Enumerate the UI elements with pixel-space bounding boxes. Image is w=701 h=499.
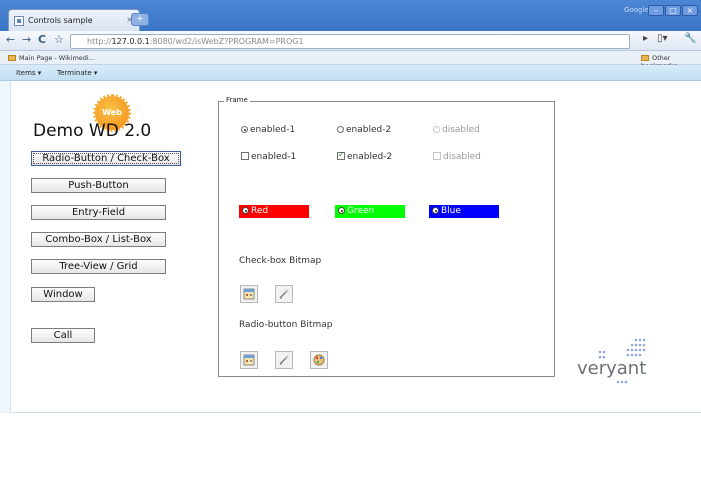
bitmap-radio-2[interactable]	[275, 351, 293, 369]
radio-enabled-1-label: enabled-1	[250, 125, 296, 135]
entry-field-button[interactable]: Entry-Field	[31, 205, 166, 220]
checkbox-enabled-1[interactable]: enabled-1	[241, 152, 296, 162]
radio-blue-label: Blue	[441, 206, 461, 216]
browser-tab[interactable]: Controls sample ×	[8, 9, 140, 31]
bitmap-checkbox-1[interactable]	[240, 285, 258, 303]
radio-disabled-label: disabled	[442, 125, 480, 135]
radio-red-label: Red	[251, 206, 269, 216]
veryant-logo-text: veryant	[577, 358, 647, 379]
radio-red-dot-icon	[242, 207, 249, 214]
radio-green-label: Green	[347, 206, 375, 216]
checkbox-disabled-label: disabled	[443, 152, 481, 162]
checkbox-disabled: disabled	[433, 152, 481, 162]
bookmark-main-label: Main Page - Wikimedi...	[19, 54, 95, 62]
menu-terminate[interactable]: Terminate ▾	[57, 69, 97, 77]
page-favicon-icon	[14, 16, 24, 26]
close-window-button[interactable]: ×	[682, 5, 698, 16]
url-prefix: http://	[87, 37, 112, 46]
page-title: Demo WD 2.0	[33, 121, 152, 141]
browser-toolbar: ← → C ☆ http://127.0.0.1:8080/wd2/isWebZ…	[0, 31, 701, 51]
radio-enabled-1[interactable]: enabled-1	[241, 125, 295, 135]
app-left-margin	[0, 81, 10, 413]
go-icon[interactable]: ▸	[643, 33, 648, 44]
bitmap-radio-3[interactable]	[310, 351, 328, 369]
tab-strip: Controls sample × + Google – □ ×	[0, 0, 701, 31]
checkbox-enabled-2[interactable]: enabled-2	[337, 150, 393, 162]
minimize-button[interactable]: –	[648, 5, 664, 16]
tree-view-grid-button[interactable]: Tree-View / Grid	[31, 259, 166, 274]
new-tab-button[interactable]: +	[131, 13, 149, 26]
checkbox-disabled-icon	[433, 152, 441, 160]
palette-icon	[313, 354, 325, 366]
bookmark-main-page[interactable]: Main Page - Wikimedi...	[8, 54, 95, 62]
radio-blue[interactable]: Blue	[429, 205, 499, 218]
pencil-icon	[279, 289, 289, 299]
address-bar[interactable]: http://127.0.0.1:8080/wd2/isWebZ?PROGRAM…	[70, 34, 630, 49]
checkbox-bitmap-label: Check-box Bitmap	[239, 256, 322, 266]
radio-disabled: disabled	[433, 125, 480, 135]
maximize-button[interactable]: □	[665, 5, 681, 16]
page-menu-icon[interactable]: ▯▾	[657, 33, 668, 44]
folder-icon	[641, 55, 649, 61]
radio-green-dot-icon	[338, 207, 345, 214]
forward-icon[interactable]: →	[22, 33, 31, 46]
menu-items[interactable]: Items ▾	[16, 69, 41, 77]
frame-label: Frame	[224, 96, 250, 104]
browser-window: Controls sample × + Google – □ × ← → C ☆…	[0, 0, 701, 499]
wrench-icon[interactable]: 🔧	[684, 33, 696, 44]
radio-bitmap-label: Radio-button Bitmap	[239, 320, 333, 330]
frame-groupbox	[218, 101, 555, 377]
back-icon[interactable]: ←	[6, 33, 15, 46]
push-button-button[interactable]: Push-Button	[31, 178, 166, 193]
google-label: Google	[624, 6, 649, 14]
checkbox-enabled-2-label: enabled-2	[347, 152, 393, 162]
bookmark-page-icon	[8, 55, 16, 61]
combo-list-box-button[interactable]: Combo-Box / List-Box	[31, 232, 166, 247]
radio-checkbox-button[interactable]: Radio-Button / Check-Box	[31, 151, 181, 166]
call-button[interactable]: Call	[31, 328, 95, 343]
checkbox-enabled-1-label: enabled-1	[251, 152, 297, 162]
radio-green[interactable]: Green	[335, 205, 405, 218]
radio-unchecked-icon	[337, 126, 344, 133]
tab-title: Controls sample	[28, 16, 93, 25]
bookmarks-bar: Main Page - Wikimedi... Other bookmarks	[0, 51, 701, 70]
url-host: 127.0.0.1	[111, 37, 150, 46]
radio-red[interactable]: Red	[239, 205, 309, 218]
bitmap-checkbox-2[interactable]	[275, 285, 293, 303]
radio-enabled-2[interactable]: enabled-2	[337, 125, 391, 135]
app-menubar: Items ▾ Terminate ▾	[0, 65, 701, 81]
url-path: :8080/wd2/isWebZ?PROGRAM=PROG1	[149, 37, 304, 46]
reload-icon[interactable]: C	[38, 33, 46, 46]
checkbox-unchecked-icon	[241, 152, 249, 160]
radio-blue-dot-icon	[432, 207, 439, 214]
checkbox-checked-icon	[337, 150, 345, 160]
radio-checked-icon	[241, 126, 248, 133]
bitmap-radio-1[interactable]	[240, 351, 258, 369]
calendar-icon	[243, 288, 255, 300]
star-icon[interactable]: ☆	[54, 33, 64, 46]
calendar-icon	[243, 354, 255, 366]
radio-disabled-icon	[433, 126, 440, 133]
window-button[interactable]: Window	[31, 287, 95, 302]
radio-enabled-2-label: enabled-2	[346, 125, 392, 135]
pencil-icon	[279, 355, 289, 365]
